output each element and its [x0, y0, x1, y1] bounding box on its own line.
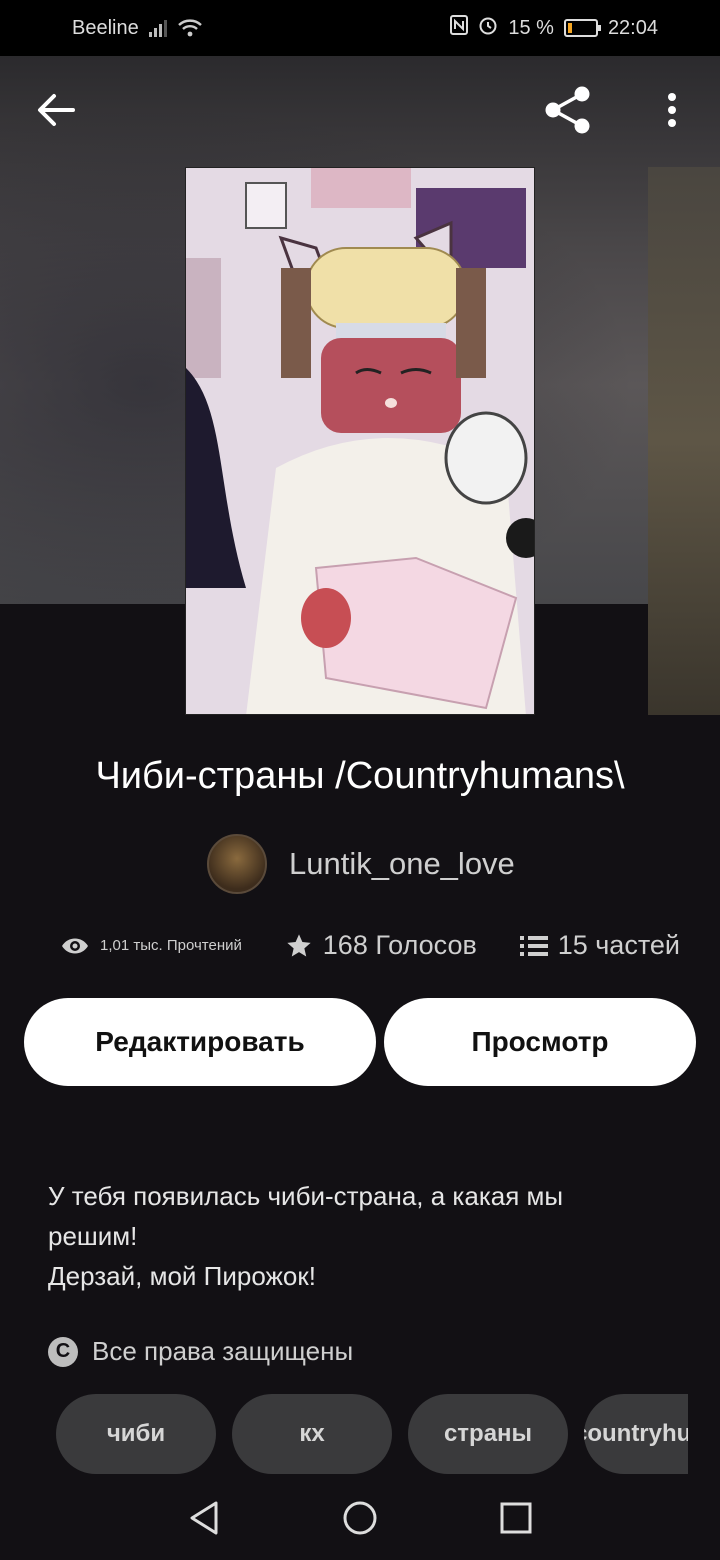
eye-icon — [62, 938, 88, 953]
votes-stat: 168 Голосов — [285, 930, 477, 961]
tag-chip[interactable]: страны — [408, 1394, 568, 1474]
story-cover-image[interactable] — [185, 167, 535, 715]
circle-home-icon — [343, 1501, 377, 1535]
author-avatar — [207, 834, 267, 894]
copyright-row: C Все права защищены — [48, 1336, 353, 1367]
share-icon — [545, 86, 590, 134]
battery-fill — [567, 23, 572, 33]
list-icon — [519, 935, 548, 956]
author-name: Luntik_one_love — [289, 846, 515, 881]
author-link[interactable]: Luntik_one_love — [207, 834, 515, 894]
tag-chip[interactable]: countryhumans — [584, 1394, 688, 1474]
battery-icon — [563, 19, 601, 37]
view-button[interactable]: Просмотр — [384, 998, 696, 1086]
status-right: 15 % 22:04 — [450, 15, 658, 41]
arrow-left-icon — [38, 94, 75, 126]
next-story-cover[interactable] — [648, 167, 720, 715]
copyright-text: Все права защищены — [92, 1336, 354, 1366]
parts-count: 15 частей — [557, 930, 680, 960]
clock: 22:04 — [607, 16, 658, 39]
cover-illustration — [186, 168, 534, 714]
nfc-icon — [450, 15, 469, 41]
story-description: У тебя появилась чиби-страна, а какая мы… — [48, 1176, 668, 1296]
description-line: У тебя появилась чиби-страна, а какая мы — [48, 1181, 564, 1211]
story-title: Чиби-страны /Countryhumans\ — [95, 755, 625, 797]
more-vertical-icon — [668, 93, 676, 127]
status-left: Beeline — [72, 17, 203, 40]
more-options-button[interactable] — [644, 82, 700, 138]
reads-stat: 1,01 тыс. Прочтений — [60, 935, 242, 957]
alarm-icon — [478, 15, 498, 41]
parts-stat: 15 частей — [519, 930, 680, 961]
description-line: решим! — [48, 1221, 138, 1251]
back-button[interactable] — [28, 82, 84, 138]
signal-icon — [148, 19, 167, 37]
nav-recents-button[interactable] — [492, 1494, 540, 1542]
wifi-icon — [177, 19, 202, 37]
edit-button[interactable]: Редактировать — [24, 998, 376, 1086]
tag-chip[interactable]: чиби — [56, 1394, 216, 1474]
carrier-name: Beeline — [72, 16, 139, 39]
tag-list: чиби кх страны countryhumans — [56, 1394, 688, 1474]
status-bar: Beeline 15 % 22:04 — [0, 0, 720, 56]
star-icon — [287, 933, 311, 956]
system-nav-bar — [0, 1476, 720, 1560]
story-stats: 1,01 тыс. Прочтений 168 Голосов 15 часте… — [60, 930, 680, 961]
description-line: Дерзай, мой Пирожок! — [48, 1261, 316, 1291]
copyright-icon: C — [48, 1336, 78, 1367]
nav-home-button[interactable] — [336, 1494, 384, 1542]
share-button[interactable] — [540, 82, 596, 138]
reads-count: 1,01 тыс. Прочтений — [100, 937, 242, 954]
tag-chip[interactable]: кх — [232, 1394, 392, 1474]
triangle-back-icon — [190, 1501, 218, 1535]
nav-back-button[interactable] — [180, 1494, 228, 1542]
battery-percent: 15 % — [508, 16, 554, 39]
square-recents-icon — [500, 1502, 532, 1534]
votes-count: 168 Голосов — [322, 930, 477, 960]
